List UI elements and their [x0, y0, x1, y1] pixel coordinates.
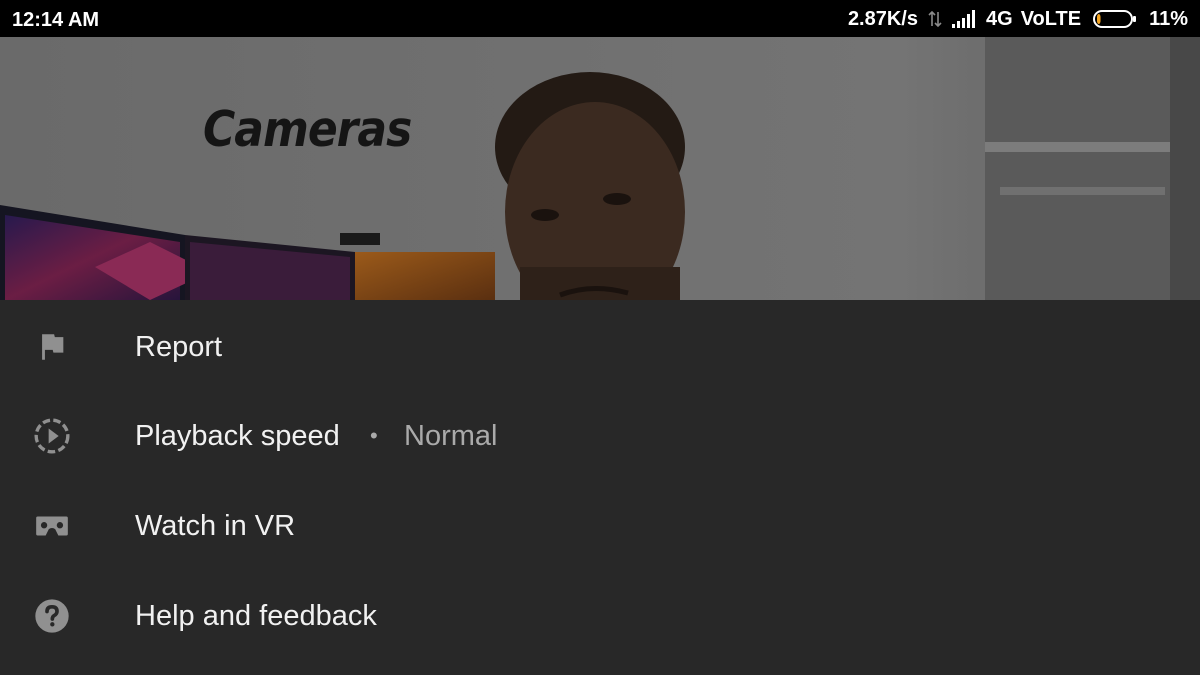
menu-item-watch-in-vr[interactable]: Watch in VR [0, 481, 1200, 571]
help-icon [30, 594, 74, 638]
menu-item-label: Report [135, 331, 223, 363]
flag-icon [30, 325, 74, 369]
menu-item-label: Help and feedback [135, 600, 377, 632]
menu-item-label: Watch in VR [135, 510, 296, 542]
vr-headset-icon [30, 504, 74, 548]
battery-icon [1093, 10, 1137, 28]
playback-speed-icon [30, 414, 74, 458]
network-speed: 2.87K/s [847, 7, 918, 30]
playback-speed-value: Normal [404, 420, 498, 452]
separator-dot: • [370, 423, 378, 448]
data-arrows-icon [928, 10, 942, 28]
video-overlay-text: Cameras [203, 101, 412, 159]
menu-item-playback-speed[interactable]: Playback speed • Normal [0, 391, 1200, 481]
network-type: 4G [986, 7, 1013, 30]
status-time: 12:14 AM [12, 9, 100, 31]
menu-item-help-and-feedback[interactable]: Help and feedback [0, 571, 1200, 661]
menu-item-report[interactable]: Report [0, 302, 1200, 392]
menu-item-label: Playback speed [135, 420, 340, 452]
signal-icon [952, 10, 975, 28]
video-player[interactable]: Cameras [0, 37, 1200, 300]
status-indicators: 2.87K/s 4G VoLTE 11% [848, 8, 1188, 30]
volte-indicator: VoLTE [1020, 7, 1082, 30]
battery-percent: 11% [1149, 7, 1188, 30]
overflow-menu-sheet: Report Playback speed • Normal Watch in … [0, 300, 1200, 675]
status-bar: 12:14 AM 2.87K/s 4G VoLTE 11% [0, 0, 1200, 37]
video-frame-image [0, 37, 1200, 300]
